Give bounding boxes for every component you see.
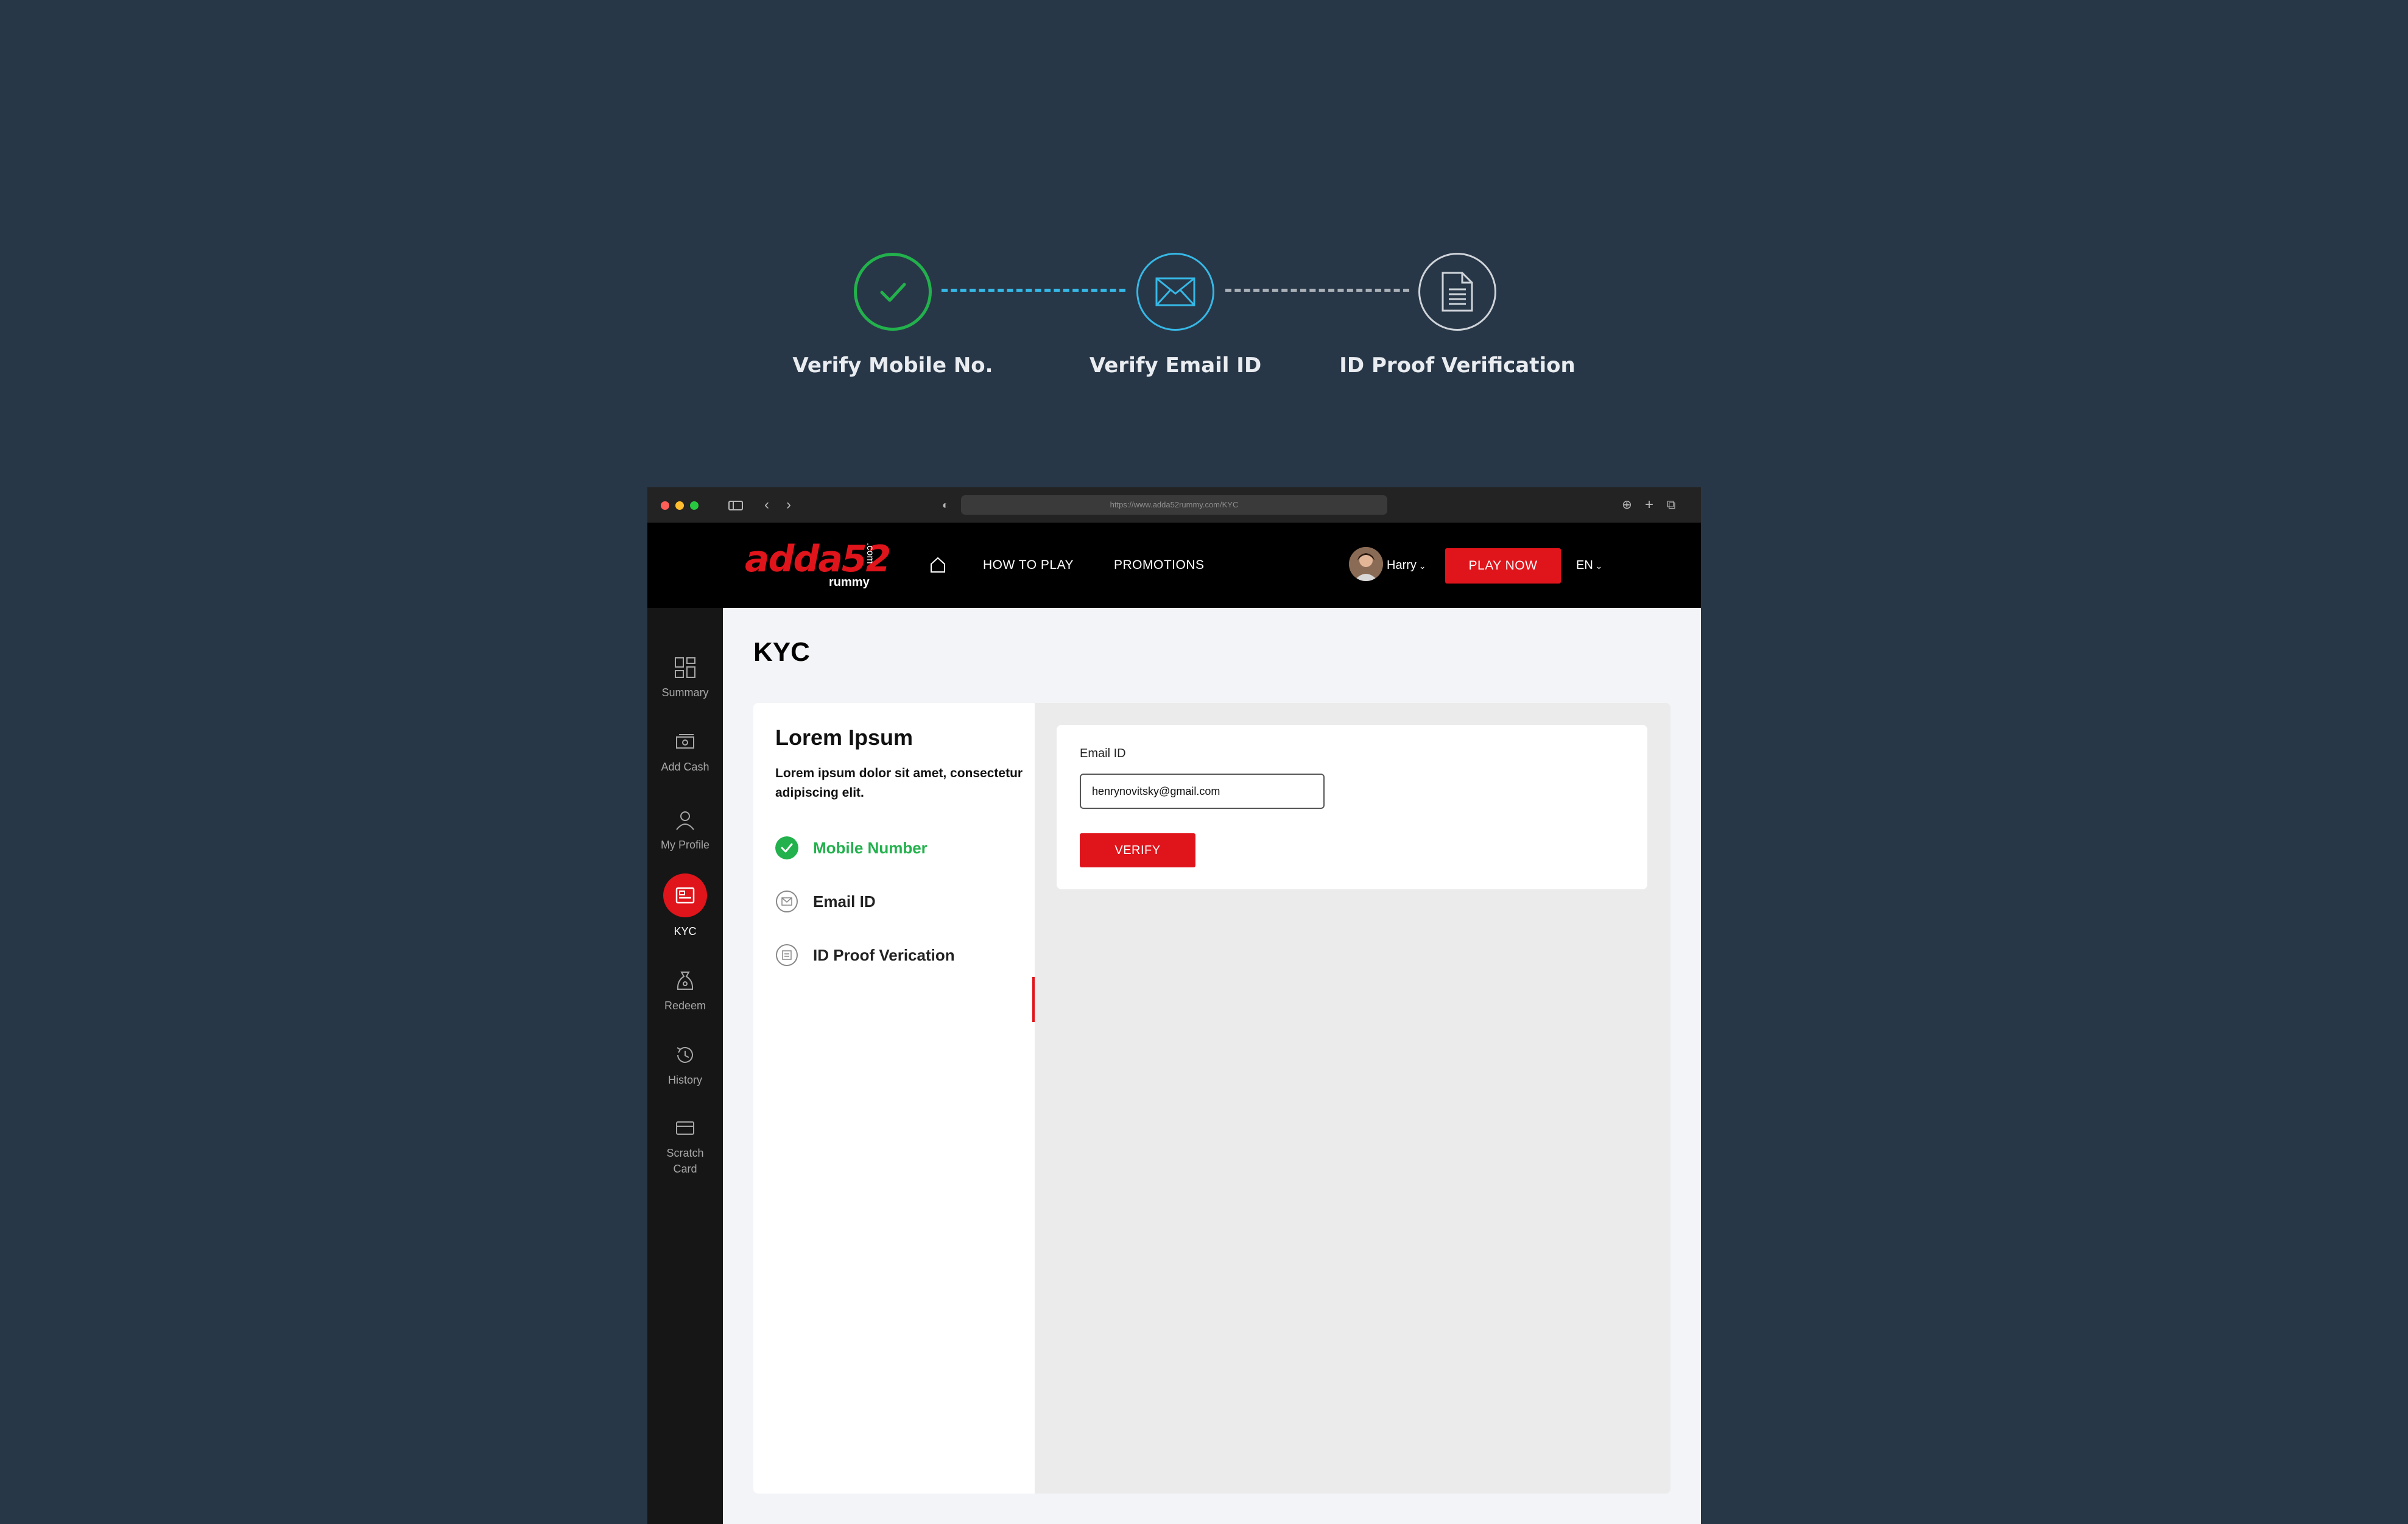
mail-icon: [776, 891, 798, 912]
adda52-logo[interactable]: adda52 rummy .com: [745, 538, 891, 593]
page-title: KYC: [753, 637, 810, 667]
sidebar-item-summary[interactable]: Summary: [647, 655, 723, 700]
user-icon: [676, 811, 694, 830]
kyc-active-indicator: [663, 873, 707, 917]
step-label-mobile: Verify Mobile No.: [792, 353, 993, 378]
chevron-down-icon: ⌄: [1416, 561, 1426, 571]
address-bar[interactable]: https://www.adda52rummy.com/KYC: [961, 495, 1387, 515]
step-verify-mobile: [854, 253, 932, 331]
document-icon: [1442, 272, 1473, 312]
step-connector-2: [1225, 289, 1409, 292]
home-icon[interactable]: [929, 556, 947, 574]
close-window-button[interactable]: [661, 501, 669, 510]
kyc-steps-panel: Lorem Ipsum Lorem ipsum dolor sit amet, …: [753, 703, 1036, 1494]
minimize-window-button[interactable]: [675, 501, 684, 510]
step-label-email: Verify Email ID: [1089, 353, 1262, 378]
email-field[interactable]: [1080, 774, 1325, 809]
avatar[interactable]: [1349, 547, 1383, 581]
sidebar-item-redeem[interactable]: Redeem: [647, 968, 723, 1014]
step-id-proof: [1418, 253, 1496, 331]
kyc-step-label: Email ID: [813, 892, 876, 911]
kyc-step-label: Mobile Number: [813, 838, 928, 857]
step-verify-email: [1136, 253, 1214, 331]
check-icon: [880, 283, 906, 302]
kyc-progress-stepper: Verify Mobile No. Verify Email ID ID Pro…: [0, 0, 2408, 426]
panel-description: Lorem ipsum dolor sit amet, consectetur …: [775, 766, 1023, 800]
sidebar-toggle-icon[interactable]: [728, 496, 743, 514]
mail-icon: [1155, 277, 1195, 306]
kyc-step-id-proof[interactable]: ID Proof Verication: [775, 943, 955, 967]
check-circle-icon: [775, 836, 798, 859]
forward-icon[interactable]: ›: [786, 496, 791, 514]
browser-toolbar: ‹ › ◐ https://www.adda52rummy.com/KYC ⊕ …: [647, 487, 1701, 523]
sidebar-item-add-cash[interactable]: Add Cash: [647, 730, 723, 775]
step-label-id-proof: ID Proof Verification: [1339, 353, 1575, 378]
sidebar-item-label: Summary: [661, 686, 709, 699]
card-icon: [676, 1121, 694, 1135]
sidebar-item-kyc[interactable]: KYC: [647, 873, 723, 939]
language-selector[interactable]: EN ⌄: [1576, 556, 1602, 575]
sidebar-item-label: Scratch Card: [666, 1147, 704, 1175]
main-content: KYC Lorem Ipsum Lorem ipsum dolor sit am…: [723, 608, 1701, 1524]
sidebar-item-label: Add Cash: [661, 761, 709, 773]
kyc-step-label: ID Proof Verication: [813, 945, 955, 964]
sidebar-item-history[interactable]: History: [647, 1043, 723, 1088]
step-connector-1: [942, 289, 1125, 292]
maximize-window-button[interactable]: [690, 501, 699, 510]
download-icon[interactable]: ⊕: [1622, 496, 1632, 514]
shield-icon[interactable]: ◐: [942, 496, 949, 514]
history-icon: [677, 1046, 693, 1063]
sidebar-item-label: History: [667, 1074, 702, 1086]
new-tab-icon[interactable]: +: [1645, 496, 1653, 514]
play-now-button[interactable]: PLAY NOW: [1445, 548, 1561, 584]
cash-icon: [676, 734, 694, 749]
language-label: EN: [1576, 559, 1593, 572]
sidebar-item-label: KYC: [674, 925, 697, 937]
id-card-icon: [675, 887, 695, 904]
sidebar-item-label: My Profile: [660, 839, 709, 851]
chevron-down-icon: ⌄: [1593, 561, 1603, 571]
kyc-form-panel: Email ID VERIFY: [1035, 703, 1670, 1494]
browser-window: ‹ › ◐ https://www.adda52rummy.com/KYC ⊕ …: [647, 487, 1701, 1524]
nav-promotions[interactable]: PROMOTIONS: [1114, 556, 1205, 574]
panel-title: Lorem Ipsum: [775, 725, 914, 750]
grid-icon: [675, 657, 695, 678]
sidebar-item-label: Redeem: [664, 1000, 706, 1012]
kyc-step-mobile[interactable]: Mobile Number: [775, 836, 928, 860]
id-proof-icon: [776, 944, 798, 966]
user-menu[interactable]: Harry ⌄: [1387, 556, 1426, 575]
money-bag-icon: [677, 972, 694, 990]
site-header: adda52 rummy .com HOW TO PLAY PROMOTIONS…: [647, 523, 1701, 608]
verify-button[interactable]: VERIFY: [1080, 833, 1195, 867]
tabs-overview-icon[interactable]: ⧉: [1667, 496, 1675, 514]
email-verification-form: Email ID VERIFY: [1057, 725, 1647, 889]
sidebar-item-scratch-card[interactable]: Scratch Card: [647, 1116, 723, 1177]
back-icon[interactable]: ‹: [764, 496, 769, 514]
kyc-step-email[interactable]: Email ID: [775, 889, 876, 914]
sidebar-item-my-profile[interactable]: My Profile: [647, 808, 723, 853]
account-sidebar: Summary Add Cash My Profile KYC Redeem H…: [647, 608, 723, 1524]
nav-how-to-play[interactable]: HOW TO PLAY: [983, 556, 1074, 574]
email-field-label: Email ID: [1080, 747, 1126, 760]
user-name: Harry: [1387, 559, 1417, 572]
